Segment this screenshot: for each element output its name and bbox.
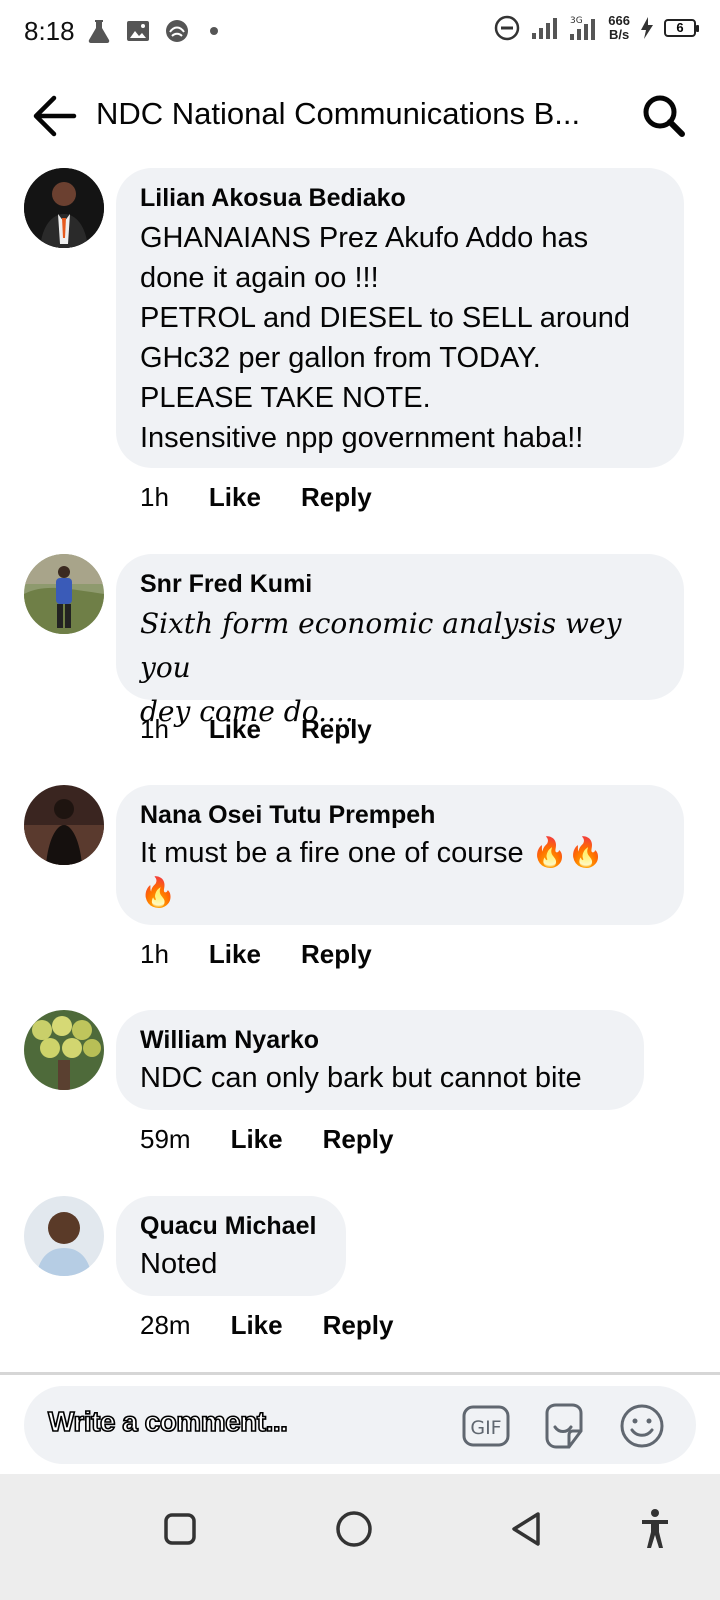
reply-button[interactable]: Reply: [301, 939, 372, 970]
comment-time[interactable]: 59m: [140, 1124, 191, 1155]
comment-time[interactable]: 1h: [140, 482, 169, 513]
comment-author[interactable]: Snr Fred Kumi: [140, 568, 660, 600]
sticker-button[interactable]: [539, 1401, 589, 1451]
search-icon: [643, 95, 685, 137]
dot-icon: [210, 27, 218, 35]
recents-button[interactable]: [155, 1504, 205, 1554]
comment-actions: 1h Like Reply: [140, 939, 372, 970]
reply-button[interactable]: Reply: [301, 482, 372, 513]
avatar[interactable]: [24, 554, 104, 634]
avatar-image: [24, 1010, 104, 1090]
comment-author[interactable]: Nana Osei Tutu Prempeh: [140, 799, 660, 831]
network-speed: 666 B/s: [608, 13, 630, 42]
comment-bubble: Snr Fred Kumi Sixth form economic analys…: [116, 554, 684, 728]
avatar-image: [24, 554, 104, 634]
like-button[interactable]: Like: [209, 482, 261, 513]
gif-label: GIF: [470, 1417, 501, 1439]
avatar[interactable]: [24, 168, 104, 248]
comment-actions: 59m Like Reply: [140, 1124, 393, 1155]
comment-bubble: Nana Osei Tutu Prempeh It must be a fire…: [116, 785, 684, 925]
comment-author[interactable]: William Nyarko: [140, 1024, 620, 1056]
page-title: NDC National Communications B...: [96, 96, 581, 131]
avatar-image: [24, 168, 104, 248]
comment-text: NDC can only bark but cannot bite: [140, 1062, 582, 1094]
accessibility-button[interactable]: [630, 1504, 680, 1554]
comment-actions: 1h Like Reply: [140, 714, 372, 745]
comment-time[interactable]: 1h: [140, 714, 169, 745]
svg-text:3G: 3G: [570, 16, 583, 26]
comment-actions: 28m Like Reply: [140, 1310, 393, 1341]
like-button[interactable]: Like: [231, 1310, 283, 1341]
comment-text: GHANAIANS Prez Akufo Addo has done it ag…: [140, 222, 631, 454]
comment-bubble: William Nyarko NDC can only bark but can…: [116, 1010, 644, 1110]
signal-3g-icon: 3G: [570, 16, 596, 40]
arrow-left-icon: [33, 95, 77, 137]
dnd-icon: [495, 15, 520, 41]
comment-bubble: Quacu Michael Noted: [116, 1196, 346, 1296]
avatar[interactable]: [24, 1010, 104, 1090]
gif-button[interactable]: GIF: [461, 1401, 511, 1451]
circle-icon: [336, 1511, 372, 1547]
notification-icons: [86, 18, 218, 44]
comment-time[interactable]: 28m: [140, 1310, 191, 1341]
charging-icon: [641, 17, 653, 39]
back-button[interactable]: [30, 94, 78, 138]
reply-button[interactable]: Reply: [301, 714, 372, 745]
back-nav-button[interactable]: [502, 1504, 552, 1554]
comment-actions: 1h Like Reply: [140, 482, 372, 513]
flask-icon: [88, 20, 110, 44]
system-nav-bar: [0, 1474, 720, 1600]
like-button[interactable]: Like: [231, 1124, 283, 1155]
signal-icon: [532, 18, 558, 39]
reply-button[interactable]: Reply: [323, 1310, 394, 1341]
app-logo-icon: [166, 20, 188, 42]
reply-button[interactable]: Reply: [323, 1124, 394, 1155]
triangle-back-icon: [512, 1512, 540, 1546]
status-time: 8:18: [24, 16, 75, 46]
divider: [0, 1372, 720, 1375]
like-button[interactable]: Like: [209, 714, 261, 745]
smiley-icon: [620, 1404, 664, 1448]
like-button[interactable]: Like: [209, 939, 261, 970]
accessibility-icon: [642, 1509, 668, 1548]
status-bar: 8:18 3G 666 B/s 6: [0, 0, 720, 66]
avatar[interactable]: [24, 785, 104, 865]
avatar-image: [24, 1196, 104, 1276]
home-button[interactable]: [329, 1504, 379, 1554]
sticker-icon: [545, 1403, 583, 1449]
image-icon: [127, 21, 149, 41]
gif-icon: GIF: [462, 1405, 510, 1447]
comment-text: Noted: [140, 1248, 218, 1280]
comment-time[interactable]: 1h: [140, 939, 169, 970]
battery-indicator: 6: [664, 19, 699, 37]
comment-text: It must be a fire one of course 🔥🔥 🔥: [140, 837, 604, 909]
comment-input[interactable]: Write a comment...: [47, 1405, 289, 1438]
comment-bubble: Lilian Akosua Bediako GHANAIANS Prez Aku…: [116, 168, 684, 468]
page-header: NDC National Communications B...: [0, 76, 720, 156]
avatar-image: [24, 785, 104, 865]
comment-author[interactable]: Quacu Michael: [140, 1210, 322, 1242]
avatar[interactable]: [24, 1196, 104, 1276]
search-button[interactable]: [640, 92, 688, 140]
square-icon: [164, 1513, 196, 1545]
emoji-button[interactable]: [617, 1401, 667, 1451]
comment-composer[interactable]: Write a comment... GIF: [24, 1386, 696, 1464]
comment-author[interactable]: Lilian Akosua Bediako: [140, 182, 660, 214]
